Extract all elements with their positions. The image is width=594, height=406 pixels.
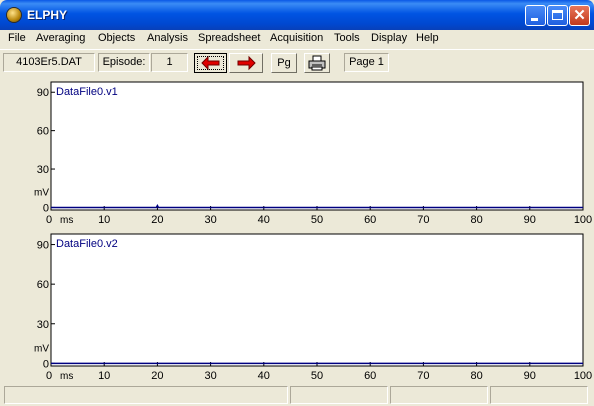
title-bar: ELPHY ✕ bbox=[0, 0, 594, 30]
y-tick-label: 90 bbox=[37, 240, 49, 252]
x-tick-label: 0 bbox=[46, 370, 52, 382]
status-bar bbox=[0, 384, 594, 406]
menu-acquisition[interactable]: Acquisition bbox=[270, 32, 323, 44]
series-name-label: DataFile0.v1 bbox=[56, 86, 118, 98]
x-tick-label: 80 bbox=[470, 214, 482, 226]
window-title: ELPHY bbox=[27, 8, 68, 22]
status-panel-2 bbox=[290, 386, 388, 404]
minimize-button[interactable] bbox=[525, 5, 546, 26]
x-tick-label: 80 bbox=[470, 370, 482, 382]
y-tick-label: 60 bbox=[37, 279, 49, 291]
x-tick-label: 10 bbox=[98, 370, 110, 382]
x-tick-label: 70 bbox=[417, 370, 429, 382]
episode-value[interactable]: 1 bbox=[151, 53, 188, 72]
y-tick-label: 90 bbox=[37, 87, 49, 99]
y-tick-label: 60 bbox=[37, 126, 49, 138]
menu-display[interactable]: Display bbox=[371, 32, 407, 44]
x-tick-label: 70 bbox=[417, 214, 429, 226]
maximize-button[interactable] bbox=[547, 5, 568, 26]
x-tick-label: 40 bbox=[258, 214, 270, 226]
x-axis-label: ms bbox=[60, 215, 73, 226]
chart-v2-svg: 0 10 20 30 40 50 60 70 80 90 100 ms 90 60 30 0 mV DataFil… bbox=[34, 233, 592, 382]
page-indicator: Page 1 bbox=[344, 53, 389, 72]
x-tick-label: 0 bbox=[46, 214, 52, 226]
printer-icon bbox=[308, 55, 326, 71]
x-tick-label: 90 bbox=[524, 214, 536, 226]
x-tick-label: 100 bbox=[574, 214, 592, 226]
menu-bar: File Averaging Objects Analysis Spreadsh… bbox=[0, 30, 594, 48]
close-icon: ✕ bbox=[573, 7, 586, 24]
x-tick-label: 10 bbox=[98, 214, 110, 226]
menu-help[interactable]: Help bbox=[416, 32, 439, 44]
y-tick-label: 30 bbox=[37, 164, 49, 176]
x-tick-label: 30 bbox=[204, 214, 216, 226]
red-right-arrow-icon bbox=[237, 55, 256, 71]
x-tick-label: 60 bbox=[364, 214, 376, 226]
status-panel-1 bbox=[4, 386, 288, 404]
minimize-icon bbox=[531, 18, 538, 21]
chart-v1-svg: 0 10 20 30 40 50 60 70 80 90 100 ms 90 60 30 0 mV DataFil… bbox=[34, 81, 592, 226]
next-episode-button[interactable] bbox=[229, 53, 263, 73]
red-left-arrow-icon bbox=[201, 55, 220, 71]
y-axis-label: mV bbox=[34, 187, 49, 198]
episode-label: Episode: bbox=[98, 53, 150, 72]
close-button[interactable]: ✕ bbox=[569, 5, 590, 26]
previous-episode-button[interactable] bbox=[194, 53, 227, 73]
menu-tools[interactable]: Tools bbox=[334, 32, 360, 44]
y-axis-label: mV bbox=[34, 343, 49, 354]
menu-objects[interactable]: Objects bbox=[98, 32, 135, 44]
plot-area bbox=[50, 81, 584, 211]
y-tick-label: 30 bbox=[37, 319, 49, 331]
y-tick-label: 0 bbox=[43, 202, 49, 214]
menu-analysis[interactable]: Analysis bbox=[147, 32, 188, 44]
maximize-icon bbox=[552, 10, 563, 20]
chart-v2: 0 10 20 30 40 50 60 70 80 90 100 ms 90 60 30 0 mV DataFil… bbox=[0, 232, 594, 382]
series-name-label: DataFile0.v2 bbox=[56, 238, 118, 250]
print-button[interactable] bbox=[304, 53, 330, 73]
status-panel-4 bbox=[490, 386, 588, 404]
x-tick-label: 20 bbox=[151, 214, 163, 226]
chart-v1: 0 10 20 30 40 50 60 70 80 90 100 ms 90 60 30 0 mV DataFil… bbox=[0, 80, 594, 228]
x-tick-label: 30 bbox=[204, 370, 216, 382]
x-tick-label: 50 bbox=[311, 214, 323, 226]
page-button[interactable]: Pg bbox=[271, 53, 297, 73]
x-tick-label: 90 bbox=[524, 370, 536, 382]
menu-averaging[interactable]: Averaging bbox=[36, 32, 85, 44]
x-tick-label: 100 bbox=[574, 370, 592, 382]
x-tick-label: 20 bbox=[151, 370, 163, 382]
x-axis-label: ms bbox=[60, 371, 73, 382]
x-tick-label: 60 bbox=[364, 370, 376, 382]
toolbar: 4103Er5.DAT Episode: 1 Pg Page 1 bbox=[0, 49, 594, 77]
elphy-app-icon[interactable] bbox=[7, 8, 21, 22]
menu-spreadsheet[interactable]: Spreadsheet bbox=[198, 32, 260, 44]
menu-file[interactable]: File bbox=[8, 32, 26, 44]
x-tick-label: 50 bbox=[311, 370, 323, 382]
plot-area bbox=[50, 233, 584, 367]
x-tick-label: 40 bbox=[258, 370, 270, 382]
status-panel-3 bbox=[390, 386, 488, 404]
file-name-field: 4103Er5.DAT bbox=[3, 53, 95, 72]
y-tick-label: 0 bbox=[43, 358, 49, 370]
